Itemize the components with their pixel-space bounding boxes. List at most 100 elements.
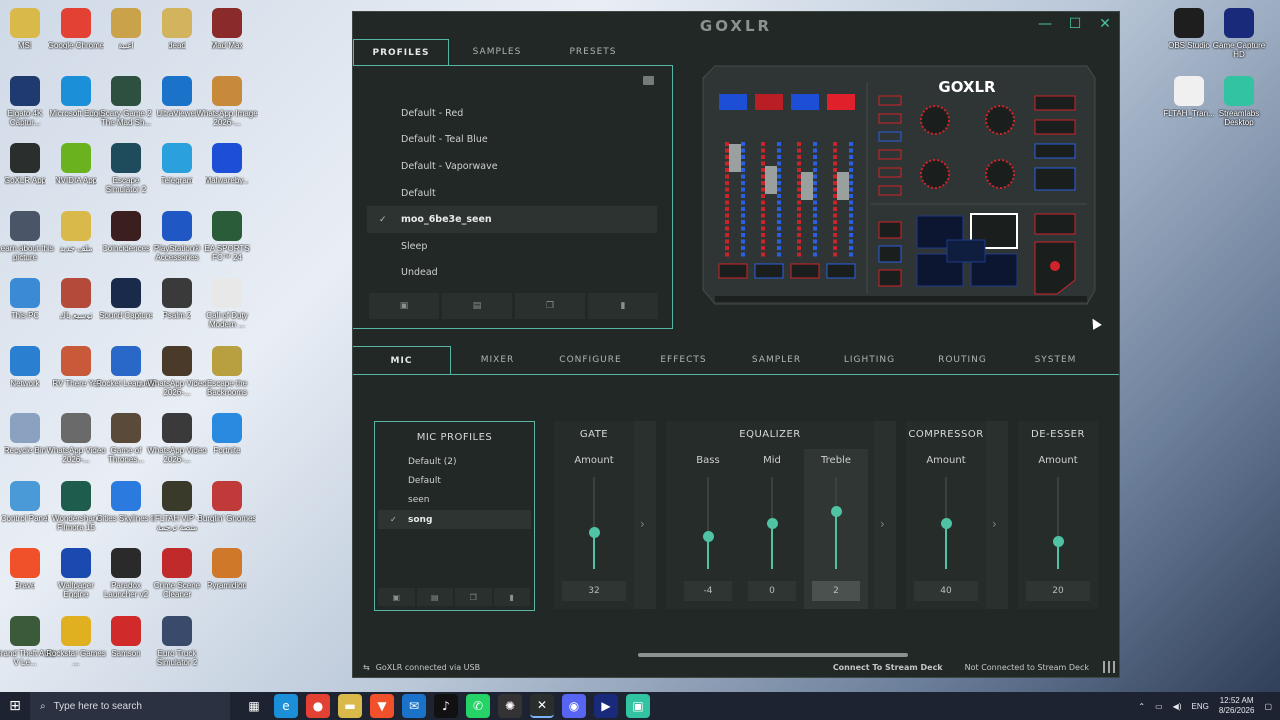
search-placeholder: Type here to search (53, 700, 142, 712)
tab-system[interactable]: SYSTEM (1009, 346, 1102, 374)
copy-profile-button[interactable]: ❐ (515, 293, 585, 319)
copy-mic-profile-button[interactable]: ❐ (455, 588, 492, 606)
slider-knob[interactable] (588, 526, 600, 538)
tab-samples[interactable]: SAMPLES (449, 39, 545, 65)
clock[interactable]: 12:52 AM 8/26/2026 (1219, 696, 1255, 716)
tiktok-icon[interactable]: ♪ (434, 694, 458, 718)
title-bar[interactable]: GOXLR — ☐ ✕ (353, 12, 1119, 40)
gate-expand[interactable]: › (634, 421, 656, 609)
outlook-icon[interactable]: ✉ (402, 694, 426, 718)
compressor-expand[interactable]: › (986, 421, 1008, 609)
desktop-icon[interactable]: Call of Duty Modern ... (196, 274, 258, 340)
game-capture-icon[interactable]: ▶ (594, 694, 618, 718)
profile-item[interactable]: Default (367, 180, 657, 207)
desktop-icon[interactable]: Fortnite (196, 409, 258, 475)
game-icon (111, 143, 141, 173)
eq-bass-value[interactable]: -4 (684, 581, 732, 601)
profile-item[interactable]: Default - Vaporwave (367, 153, 657, 180)
desktop-icon[interactable]: Malwareby... (196, 139, 258, 205)
profile-item[interactable]: Default - Red (367, 100, 657, 127)
slider-knob[interactable] (830, 506, 842, 518)
desktop-icon[interactable]: EA SPORTS FC™ 24 (196, 207, 258, 273)
meter-segment (741, 233, 745, 237)
desktop-icon[interactable]: Escape the Backrooms (196, 342, 258, 408)
language-indicator[interactable]: ENG (1192, 702, 1209, 711)
desktop-icon-label: Call of Duty Modern ... (206, 311, 248, 329)
profile-item[interactable]: Sleep (367, 233, 657, 260)
mic-profile-item[interactable]: Default (378, 471, 531, 490)
chrome-icon[interactable]: ● (306, 694, 330, 718)
profile-item[interactable]: Undead (367, 260, 657, 287)
desktop-icon[interactable]: Streamlabs Desktop (1208, 72, 1270, 138)
desktop-icon[interactable]: Burglin' Gnomes (196, 477, 258, 543)
equalizer-expand[interactable]: › (874, 421, 896, 609)
desktop-icon[interactable]: WhatsApp Image 2026-... (196, 72, 258, 138)
file-explorer-icon[interactable]: ▬ (338, 694, 362, 718)
tab-profiles[interactable]: PROFILES (353, 39, 449, 65)
volume-icon[interactable]: ◀) (1173, 702, 1182, 711)
goxlr-taskbar-icon[interactable]: ✕ (530, 694, 554, 718)
meter-segment (741, 220, 745, 224)
maximize-button[interactable]: ☐ (1067, 16, 1083, 32)
notification-icon[interactable]: ▢ (1264, 702, 1272, 711)
desktop-icon-label: توسيع باك (59, 311, 93, 320)
deesser-amount-value[interactable]: 20 (1026, 581, 1090, 601)
tab-configure[interactable]: CONFIGURE (544, 346, 637, 374)
tab-sampler[interactable]: SAMPLER (730, 346, 823, 374)
task-view-icon[interactable]: ▦ (242, 694, 266, 718)
profile-item[interactable]: Default - Teal Blue (367, 127, 657, 154)
meter-segment (777, 213, 781, 218)
discord-icon[interactable]: ◉ (562, 694, 586, 718)
meter-segment (741, 226, 745, 231)
network-icon[interactable]: ▭ (1155, 702, 1163, 711)
desktop-icon-label: EA SPORTS FC™ 24 (204, 243, 250, 262)
edge-icon[interactable]: e (274, 694, 298, 718)
compressor-amount-value[interactable]: 40 (914, 581, 978, 601)
mic-profile-item[interactable]: Default (2) (378, 452, 531, 471)
minimize-button[interactable]: — (1037, 16, 1053, 32)
tab-presets[interactable]: PRESETS (545, 39, 641, 65)
save-as-mic-profile-button[interactable]: ▤ (416, 588, 453, 606)
meter-segment (725, 239, 729, 244)
grid-icon[interactable] (1103, 661, 1115, 673)
start-button[interactable]: ⊞ (0, 692, 30, 720)
slider-knob[interactable] (702, 531, 714, 543)
save-mic-profile-button[interactable]: ▣ (378, 588, 415, 606)
meter-segment (761, 252, 765, 257)
close-button[interactable]: ✕ (1097, 16, 1113, 32)
slider-knob[interactable] (1052, 535, 1064, 547)
fader-button-4 (827, 94, 855, 110)
desktop-icon[interactable]: Pyramidion (196, 544, 258, 610)
delete-mic-profile-button[interactable]: ▮ (493, 588, 530, 606)
desktop-icon[interactable]: Game Capture HD (1208, 4, 1270, 70)
slider-knob[interactable] (940, 517, 952, 529)
meter-segment (797, 252, 801, 257)
chatgpt-icon[interactable]: ✺ (498, 694, 522, 718)
gate-amount-value[interactable]: 32 (562, 581, 626, 601)
taskbar-search[interactable]: ⌕ Type here to search (30, 692, 230, 720)
delete-profile-button[interactable]: ▮ (588, 293, 658, 319)
folder-icon[interactable] (643, 76, 654, 85)
slider-knob[interactable] (766, 517, 778, 529)
tab-mixer[interactable]: MIXER (451, 346, 544, 374)
streamlabs-icon[interactable]: ▣ (626, 694, 650, 718)
file-icon (162, 480, 192, 511)
tab-routing[interactable]: ROUTING (916, 346, 1009, 374)
brave-icon[interactable]: ▼ (370, 694, 394, 718)
eq-mid-value[interactable]: 0 (748, 581, 796, 601)
desktop-icon[interactable]: Mad Max (196, 4, 258, 70)
tab-mic[interactable]: MIC (353, 346, 451, 374)
eq-treble-value[interactable]: 2 (812, 581, 860, 601)
game-icon (212, 210, 242, 241)
save-as-profile-button[interactable]: ▤ (442, 293, 512, 319)
save-profile-button[interactable]: ▣ (369, 293, 439, 319)
tab-effects[interactable]: EFFECTS (637, 346, 730, 374)
mic-profile-item[interactable]: ✓ song (378, 509, 531, 530)
tray-overflow-icon[interactable]: ⌃ (1138, 702, 1145, 711)
tab-lighting[interactable]: LIGHTING (823, 346, 916, 374)
profile-item[interactable]: ✓ moo_6be3e_seen (367, 206, 657, 233)
whatsapp-icon[interactable]: ✆ (466, 694, 490, 718)
desktop-icon[interactable]: Euro Truck Simulator 2 (146, 612, 208, 678)
mic-profile-item[interactable]: seen (378, 491, 531, 510)
connect-stream-deck-link[interactable]: Connect To Stream Deck (833, 663, 943, 672)
